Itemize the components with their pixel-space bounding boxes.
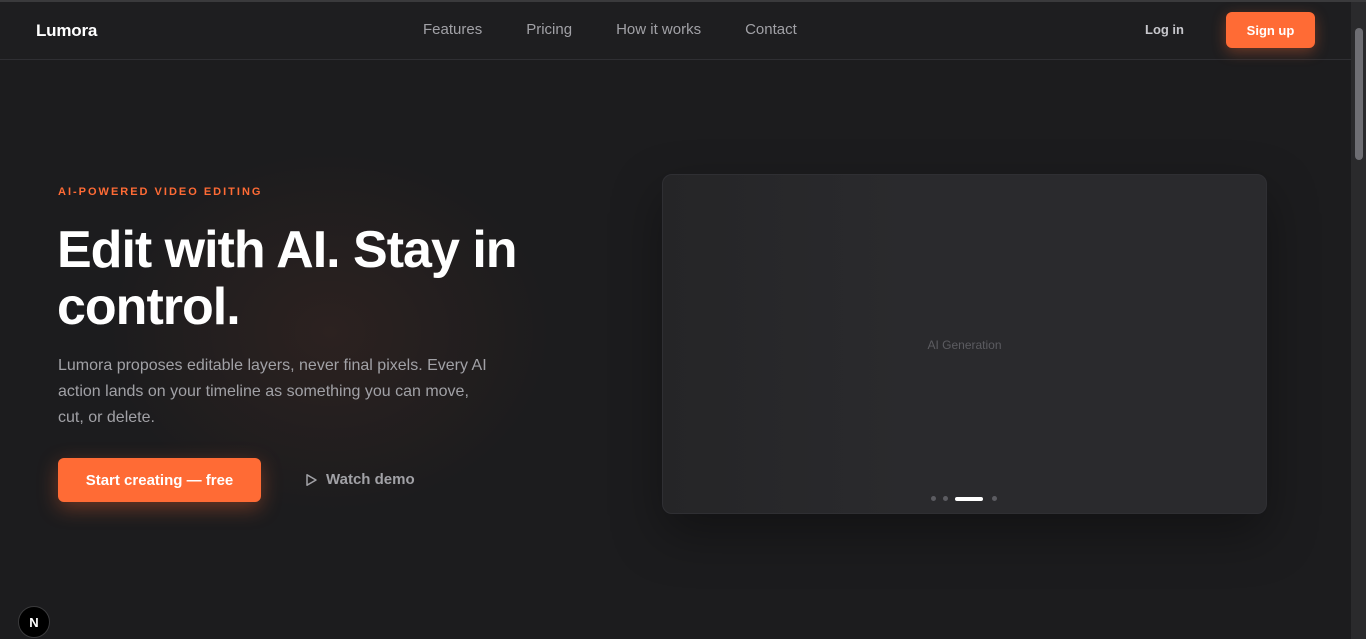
- signup-button[interactable]: Sign up: [1226, 12, 1315, 48]
- page-scrollbar[interactable]: [1351, 2, 1366, 639]
- watch-demo-button[interactable]: Watch demo: [304, 471, 415, 488]
- play-icon: [306, 473, 317, 486]
- preview-card: AI Generation: [662, 174, 1267, 514]
- carousel-dot-3-active[interactable]: [955, 496, 983, 501]
- brand-logo[interactable]: Lumora: [36, 21, 97, 41]
- carousel-dots: [931, 496, 1004, 501]
- hero-description: Lumora proposes editable layers, never f…: [58, 357, 487, 426]
- dev-tools-badge[interactable]: N: [18, 606, 50, 638]
- main-nav: Features Pricing How it works Contact: [423, 21, 841, 38]
- nav-link-pricing[interactable]: Pricing: [526, 21, 572, 38]
- landing-page: Lumora Features Pricing How it works Con…: [0, 2, 1351, 639]
- scrollbar-thumb[interactable]: [1355, 28, 1363, 160]
- carousel-dot-2[interactable]: [943, 496, 948, 501]
- nav-link-contact[interactable]: Contact: [745, 21, 797, 38]
- hero-headline: Edit with AI. Stay in control.: [57, 221, 518, 336]
- watch-demo-label: Watch demo: [326, 471, 415, 488]
- carousel-dot-4[interactable]: [992, 496, 997, 501]
- start-creating-button[interactable]: Start creating — free: [58, 458, 261, 502]
- carousel-dot-1[interactable]: [931, 496, 936, 501]
- hero-eyebrow: AI-POWERED VIDEO EDITING: [58, 186, 263, 198]
- nav-link-features[interactable]: Features: [423, 21, 482, 38]
- site-header: Lumora Features Pricing How it works Con…: [0, 2, 1351, 60]
- preview-label: AI Generation: [927, 338, 1002, 352]
- nav-link-how-it-works[interactable]: How it works: [616, 21, 701, 38]
- login-link[interactable]: Log in: [1145, 22, 1184, 37]
